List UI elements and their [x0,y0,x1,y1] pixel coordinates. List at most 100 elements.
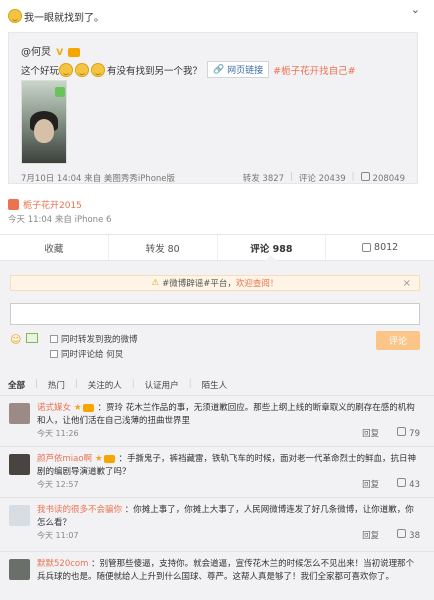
post-body: 我一眼就找到了。 [24,12,104,24]
repost-author-name[interactable]: @何炅 [21,47,51,58]
forward-option[interactable]: 同时转发到我的微博 [50,333,138,345]
comment-text: ：别管那些傻逼，支持你。就会道逼，宣传花木兰的时候怎么不见出来！当初说理那个兵兵… [37,559,415,582]
topic-link[interactable]: #栀子花开找自己# [273,63,355,77]
comment-body: 颜芦依miao啊 ★ ：手撕鬼子，裤裆藏雷，铁轨飞车的时候，面对老一代革命烈士的… [37,453,417,479]
repost-comment-link[interactable]: 评论 20439 [299,172,346,184]
emoji-icon [91,62,106,77]
collect-button[interactable]: 收藏 [0,235,109,260]
repost-stats: 转发 3827 | 评论 20439 | 208049 [243,172,405,184]
like-icon [397,529,407,538]
commenter-name[interactable]: 颜芦依miao啊 [37,454,92,464]
avatar[interactable] [9,403,30,424]
notice-link[interactable]: 欢迎查阅！ [236,277,279,289]
avatar[interactable] [9,505,30,526]
emoji-icon [8,9,22,23]
verified-icon: V [56,48,64,58]
comment-like-count: 38 [409,531,420,541]
divider: | [74,379,78,389]
comment-time: 今天 12:57 [37,480,79,489]
reply-button[interactable]: 回复 [362,478,379,490]
repost-image[interactable] [21,80,67,164]
comment-like-count: 79 [409,429,420,439]
post-text: 我一眼就找到了。 [8,6,104,26]
reposted-weibo: @何炅 V 这个好玩 有没有找到另一个我？ 🔗 网页链接 #栀子花开找自己# 7… [8,32,418,184]
comment-to-label: 同时评论给 何炅 [61,350,124,360]
forward-button[interactable]: 转发 80 [109,235,218,260]
star-icon: ★ [94,454,103,464]
divider: | [35,379,38,389]
forward-label: 转发 80 [145,243,180,255]
topic-icon [8,199,19,210]
comment-like-button[interactable]: 38 [397,529,420,541]
filter-following[interactable]: 关注的人 [88,379,122,391]
collect-label: 收藏 [44,243,64,255]
post-meta: 今天 11:04 来自 iPhone 6 [8,215,112,225]
comment-to-option[interactable]: 同时评论给 何炅 [50,348,123,360]
avatar[interactable] [9,454,30,475]
like-icon [397,427,407,436]
notice-text[interactable]: #微博辟谣#平台， [162,277,236,289]
submit-label: 评论 [388,337,407,347]
reply-button[interactable]: 回复 [362,427,379,439]
comment-item: 默默520com ：别管那些傻逼，支持你。就会道逼，宣传花木兰的时候怎么不见出来… [0,551,434,600]
web-link-label: 网页链接 [227,66,264,76]
vip-badge-icon [103,454,115,463]
comment-like-button[interactable]: 79 [397,427,420,439]
repost-like-link[interactable]: 208049 [360,172,405,184]
filter-verified[interactable]: 认证用户 [145,379,179,391]
comment-body: 默默520com ：别管那些傻逼，支持你。就会道逼，宣传花木兰的时候怎么不见出来… [37,558,417,584]
filter-all[interactable]: 全部 [8,379,25,391]
notice-bar: ⚠ #微博辟谣#平台， 欢迎查阅！ × [10,275,420,291]
comment-input[interactable] [10,303,420,325]
like-icon [397,478,407,487]
web-link[interactable]: 🔗 网页链接 [207,61,270,78]
comment-actions: 回复 43 [362,478,420,490]
divider: | [188,379,192,389]
comment-time: 今天 11:26 [37,429,79,438]
chevron-down-icon[interactable]: ⌄ [411,3,420,16]
repost-forward-link[interactable]: 转发 3827 [243,172,284,184]
like-label: 8012 [374,242,399,253]
commenter-name[interactable]: 默默520com [37,559,88,569]
source-topic[interactable]: 栀子花开2015 [8,198,82,211]
comment-item: 我书读的很多不会骗你 ：你摊上事了，你摊上大事了，人民网微博连发了好几条微博，让… [0,497,434,547]
comment-actions: 回复 79 [362,427,420,439]
emoji-icon [59,62,74,77]
comment-time: 今天 11:07 [37,531,79,540]
vip-badge-icon [82,403,94,412]
repost-author: @何炅 V [21,43,81,58]
image-button-icon[interactable] [26,333,38,343]
filter-hot[interactable]: 热门 [48,379,65,391]
level-badge-icon [68,47,81,57]
comment-filters: 全部 | 热门 | 关注的人 | 认证用户 | 陌生人 [8,379,227,391]
repost-text: 有没有找到另一个我？ [107,65,203,77]
comment-item: 颜芦依miao啊 ★ ：手撕鬼子，裤裆藏雷，铁轨飞车的时候，面对老一代革命烈士的… [0,446,434,496]
like-icon [362,243,372,252]
like-button[interactable]: 8012 [326,235,434,260]
commenter-name[interactable]: 诺式媒女 [37,403,71,413]
submit-comment-button[interactable]: 评论 [376,331,420,350]
avatar[interactable] [9,559,30,580]
repost-text-prefix: 这个好玩 [21,65,60,77]
comment-label: 评论 988 [250,243,293,255]
close-icon[interactable]: × [403,278,411,289]
repost-meta: 7月10日 14:04 来自 美图秀秀iPhone版 [21,174,176,184]
commenter-name[interactable]: 我书读的很多不会骗你 [37,505,122,515]
divider: | [351,172,355,182]
warning-icon: ⚠ [151,278,160,288]
emoji-button-icon[interactable]: ☺ [10,333,21,346]
divider: | [131,379,135,389]
reply-button[interactable]: 回复 [362,529,379,541]
divider: | [290,172,293,182]
comment-like-button[interactable]: 43 [397,478,420,490]
comment-body: 我书读的很多不会骗你 ：你摊上事了，你摊上大事了，人民网微博连发了好几条微博，让… [37,504,417,530]
comment-like-count: 43 [409,480,420,490]
forward-checkbox[interactable] [50,335,58,343]
comment-to-checkbox[interactable] [50,350,58,358]
filter-strangers[interactable]: 陌生人 [202,379,228,391]
comment-actions: 回复 38 [362,529,420,541]
comment-body: 诺式媒女 ★ ：贾玲 花木兰作品的事，无须道歉回应。那些上纲上线的断章取义的刷存… [37,402,417,428]
source-label: 栀子花开2015 [23,201,82,211]
like-icon [360,172,370,181]
comment-button[interactable]: 评论 988 [218,235,327,261]
